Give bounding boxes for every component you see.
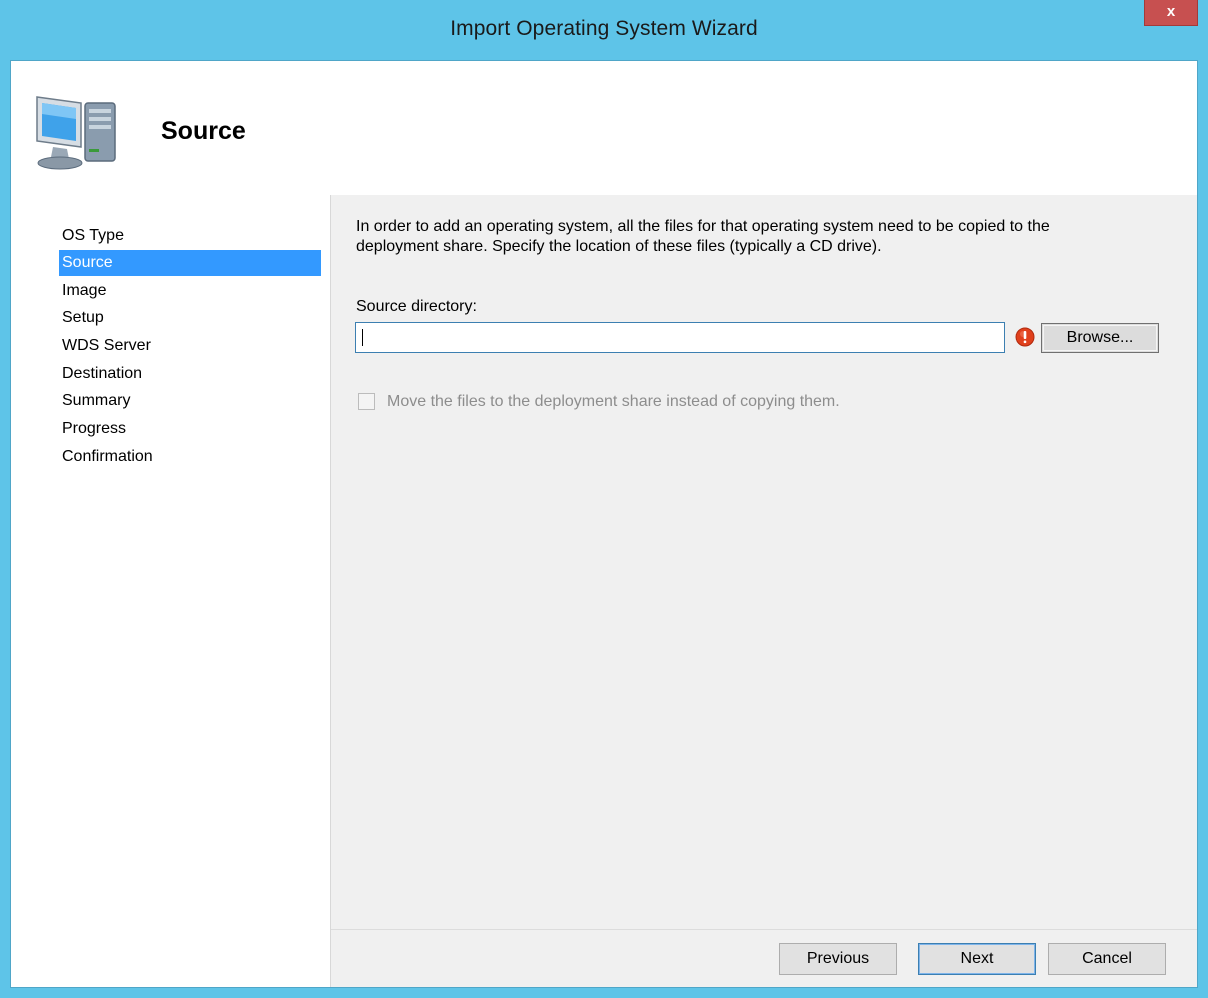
wizard-footer: Previous Next Cancel [331, 929, 1197, 987]
text-caret [362, 329, 363, 346]
source-directory-input[interactable] [355, 322, 1005, 353]
wizard-step-list: OS Type Source Image Setup WDS Server De… [11, 195, 331, 987]
step-progress[interactable]: Progress [59, 416, 321, 442]
instructions-line-2: deployment share. Specify the location o… [356, 238, 882, 255]
move-files-checkbox[interactable] [358, 393, 375, 410]
step-setup[interactable]: Setup [59, 305, 321, 331]
previous-button[interactable]: Previous [779, 943, 897, 975]
wizard-window: Import Operating System Wizard x Source [0, 0, 1208, 998]
step-confirmation[interactable]: Confirmation [59, 444, 321, 470]
step-source[interactable]: Source [59, 250, 321, 276]
step-wds-server[interactable]: WDS Server [59, 333, 321, 359]
step-image[interactable]: Image [59, 278, 321, 304]
wizard-body: Source OS Type Source Image Setup WDS Se… [10, 60, 1198, 988]
cancel-button[interactable]: Cancel [1048, 943, 1166, 975]
instructions-line-1: In order to add an operating system, all… [356, 218, 1050, 235]
wizard-header: Source [11, 61, 1197, 195]
move-files-label: Move the files to the deployment share i… [387, 393, 840, 410]
step-os-type[interactable]: OS Type [59, 223, 321, 249]
title-bar[interactable]: Import Operating System Wizard x [0, 0, 1208, 60]
window-title: Import Operating System Wizard [450, 17, 758, 40]
instructions-text: In order to add an operating system, all… [356, 217, 1176, 257]
source-directory-label: Source directory: [356, 298, 477, 315]
step-content: In order to add an operating system, all… [331, 195, 1197, 929]
browse-button[interactable]: Browse... [1041, 323, 1159, 353]
step-destination[interactable]: Destination [59, 361, 321, 387]
close-button[interactable]: x [1144, 0, 1198, 26]
computer-icon [36, 96, 116, 170]
next-button[interactable]: Next [918, 943, 1036, 975]
error-icon [1015, 327, 1035, 347]
page-title: Source [161, 117, 246, 145]
step-summary[interactable]: Summary [59, 388, 321, 414]
